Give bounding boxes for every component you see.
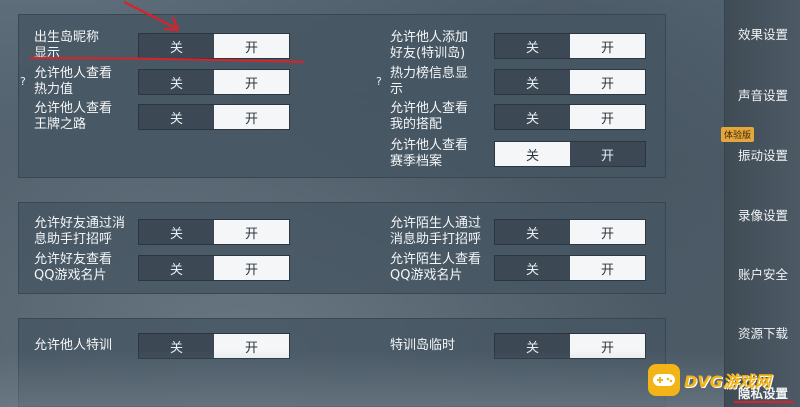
toggle-heat-rank-info[interactable]: 关 开 [494,69,646,95]
help-icon[interactable]: ? [20,75,26,88]
toggle-ace-road[interactable]: 关 开 [138,104,290,130]
toggle-on-option[interactable]: 开 [570,105,645,129]
toggle-on-option[interactable]: 开 [570,70,645,94]
toggle-add-friend-training[interactable]: 关 开 [494,33,646,59]
sidebar-item-sound[interactable]: 声音设置 [725,85,800,104]
setting-label: 允许他人添加 好友(特训岛) [390,30,469,61]
setting-row-stranger-qq-card: 允许陌生人查看 QQ游戏名片 关 开 [390,252,646,284]
setting-label: 允许他人查看 赛季档案 [390,138,469,169]
trial-badge: 体验版 [721,127,755,142]
setting-label: 允许陌生人通过 消息助手打招呼 [390,216,482,247]
annotation-privacy-underline [734,401,794,403]
toggle-off-option[interactable]: 关 [495,220,570,244]
setting-label: 允许好友通过消 息助手打招呼 [34,216,126,247]
setting-row-add-friend-training: 允许他人添加 好友(特训岛) 关 开 [390,30,646,62]
annotation-underline [29,57,305,63]
gamepad-icon [648,364,680,396]
toggle-off-option[interactable]: 关 [495,70,570,94]
sidebar-item-account-security[interactable]: 账户安全 [725,264,800,283]
sidebar-item-vibration[interactable]: 振动设置 [725,145,800,164]
setting-row-my-outfit: 允许他人查看 我的搭配 关 开 [390,101,646,133]
setting-label: 热力榜信息显 示 [390,66,469,97]
toggle-on-option[interactable]: 开 [214,70,289,94]
toggle-stranger-assistant-greet[interactable]: 关 开 [494,219,646,245]
toggle-off-option[interactable]: 关 [495,105,570,129]
sidebar-item-recording[interactable]: 录像设置 [725,205,800,224]
toggle-on-option[interactable]: 开 [570,220,645,244]
sidebar-item-effects[interactable]: 效果设置 [725,24,800,43]
toggle-off-option[interactable]: 关 [139,105,214,129]
setting-label: 允许好友查看 QQ游戏名片 [34,252,113,283]
toggle-off-option[interactable]: 关 [495,34,570,58]
setting-label: 允许他人查看 我的搭配 [390,101,469,132]
settings-sidebar: 效果设置 声音设置 振动设置 录像设置 账户安全 资源下载 隐私设置 [724,0,800,407]
help-icon[interactable]: ? [376,75,382,88]
toggle-on-option[interactable]: 开 [214,34,289,58]
toggle-on-option[interactable]: 开 [214,256,289,280]
toggle-on-option[interactable]: 开 [570,256,645,280]
toggle-off-option[interactable]: 关 [139,256,214,280]
toggle-on-option[interactable]: 开 [570,142,645,166]
setting-label: 允许他人查看 王牌之路 [34,101,113,132]
watermark-text: DVG游戏网 [684,372,771,391]
setting-row-heat-rank-info: 热力榜信息显 示 关 开 [390,66,646,98]
toggle-friend-qq-card[interactable]: 关 开 [138,255,290,281]
toggle-friend-assistant-greet[interactable]: 关 开 [138,219,290,245]
toggle-on-option[interactable]: 开 [570,34,645,58]
toggle-off-option[interactable]: 关 [495,142,570,166]
toggle-off-option[interactable]: 关 [139,70,214,94]
toggle-my-outfit[interactable]: 关 开 [494,104,646,130]
annotation-arrow-icon [123,1,180,32]
bottom-fade [0,350,724,407]
setting-row-friend-qq-card: 允许好友查看 QQ游戏名片 关 开 [34,252,290,284]
setting-row-friend-assistant-greet: 允许好友通过消 息助手打招呼 关 开 [34,216,290,248]
sidebar-item-resource-download[interactable]: 资源下载 [725,323,800,342]
toggle-season-archive[interactable]: 关 开 [494,141,646,167]
setting-row-ace-road: 允许他人查看 王牌之路 关 开 [34,101,290,133]
watermark-logo: DVG游戏网 [648,362,794,398]
toggle-off-option[interactable]: 关 [495,256,570,280]
toggle-stranger-qq-card[interactable]: 关 开 [494,255,646,281]
setting-row-stranger-assistant-greet: 允许陌生人通过 消息助手打招呼 关 开 [390,216,646,248]
toggle-off-option[interactable]: 关 [139,220,214,244]
toggle-heat-value[interactable]: 关 开 [138,69,290,95]
setting-label: 允许陌生人查看 QQ游戏名片 [390,252,482,283]
setting-row-season-archive: 允许他人查看 赛季档案 关 开 [390,138,646,170]
setting-row-heat-value: 允许他人查看 热力值 关 开 [34,66,290,98]
toggle-on-option[interactable]: 开 [214,105,289,129]
setting-label: 允许他人查看 热力值 [34,66,113,97]
toggle-on-option[interactable]: 开 [214,220,289,244]
